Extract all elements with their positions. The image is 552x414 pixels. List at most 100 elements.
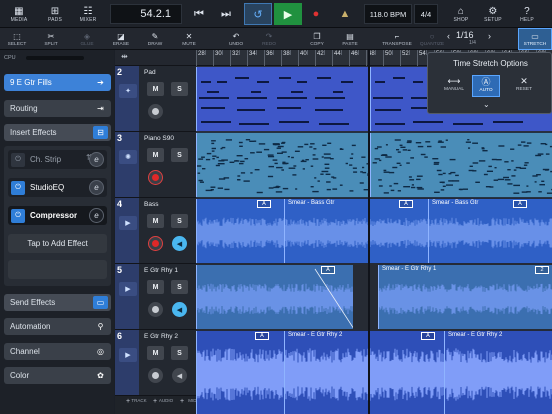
record-arm-button[interactable]	[148, 104, 163, 119]
monitor-speaker-icon[interactable]: ◀	[172, 368, 187, 383]
solo-button[interactable]: S	[171, 280, 188, 294]
position-display[interactable]: 54.2.1	[110, 4, 182, 24]
split-tool[interactable]: ✂ SPLIT	[40, 28, 62, 50]
setup-button[interactable]: ⚙ SETUP	[482, 0, 504, 28]
auto-option[interactable]: Ⓐ AUTO	[472, 75, 500, 97]
undo-button[interactable]: ↶ UNDO	[225, 28, 247, 50]
track-header-gtr2[interactable]: 6 E Gtr Rhy 2 ▶ M S ◀	[115, 330, 196, 396]
stretch-marker-icon[interactable]: A	[513, 200, 527, 208]
mute-tool[interactable]: ✕ MUTE	[178, 28, 200, 50]
record-arm-button[interactable]	[148, 170, 163, 185]
stretch-marker-icon[interactable]: A	[255, 332, 269, 340]
draw-tool[interactable]: ✎ DRAW	[144, 28, 166, 50]
channel-row[interactable]: Channel ◎	[4, 343, 111, 360]
stretch-marker-icon[interactable]: A	[399, 200, 413, 208]
monitor-speaker-icon[interactable]: ◀	[172, 302, 187, 317]
pads-button[interactable]: ⊞ PADS	[44, 0, 66, 28]
track-header-gtr1[interactable]: 5 E Gtr Rhy 1 ▶ M S ◀	[115, 264, 196, 330]
gtr1-clip[interactable]: Smear - E Gtr Rhy 1 2	[378, 265, 552, 329]
solo-button[interactable]: S	[171, 148, 188, 162]
loop-button[interactable]: ↺	[244, 3, 272, 25]
stretch-marker-icon[interactable]: A	[321, 266, 335, 274]
copy-button[interactable]: ❐ COPY	[306, 28, 328, 50]
bass-clip[interactable]: Smear - Bass Gtr A	[428, 199, 552, 263]
send-effects-row[interactable]: Send Effects ▭	[4, 294, 111, 311]
signature-display[interactable]: 4/4	[414, 4, 438, 24]
select-tool[interactable]: ⬚ SELECT	[6, 28, 28, 50]
media-button[interactable]: ▦ MEDIA	[8, 0, 30, 28]
edit-effect-icon[interactable]: e	[89, 180, 104, 195]
power-icon[interactable]: ⏻	[11, 152, 25, 167]
power-icon[interactable]: ⏻	[11, 180, 25, 195]
gtr2-clip[interactable]: Smear - E Gtr Rhy 2 A	[284, 331, 444, 414]
track-header-piano[interactable]: 3 Piano S90 ✺ M S	[115, 132, 196, 198]
mute-button[interactable]: M	[147, 280, 164, 294]
playhead-cursor[interactable]	[368, 50, 370, 414]
edit-effect-icon[interactable]: e	[89, 208, 104, 223]
quantize-value[interactable]: 1/16	[456, 30, 474, 40]
selected-track-name[interactable]: 9 E Gtr Fills ➔	[4, 74, 111, 91]
monitor-speaker-icon[interactable]: ◀	[172, 236, 187, 251]
shop-button[interactable]: ⌂ SHOP	[450, 0, 472, 28]
color-row[interactable]: Color ✿	[4, 367, 111, 384]
transpose-button[interactable]: ⌐ TRANSPOSE	[381, 28, 413, 50]
automation-row[interactable]: Automation ⚲	[4, 318, 111, 335]
reset-option[interactable]: ✕ RESET	[510, 75, 538, 97]
record-arm-button[interactable]	[148, 302, 163, 317]
add-effect-button[interactable]: Tap to Add Effect	[8, 234, 107, 253]
mute-button[interactable]: M	[147, 214, 164, 228]
piano-clip[interactable]	[370, 133, 552, 197]
edit-effect-icon[interactable]: e	[89, 152, 104, 167]
routing-row[interactable]: Routing ⇥	[4, 100, 111, 117]
track-header-bass[interactable]: 4 Bass ▶ M S ◀	[115, 198, 196, 264]
power-icon[interactable]: ⏻	[11, 208, 25, 223]
forward-button[interactable]: ⏭	[215, 3, 237, 25]
mute-button[interactable]: M	[147, 82, 164, 96]
effect-slot-1[interactable]: ⏻Ch. Strip⇅e	[8, 150, 107, 169]
erase-tool[interactable]: ◪ ERASE	[110, 28, 132, 50]
gtr2-clip[interactable]: Smear - E Gtr Rhy 2	[444, 331, 552, 414]
chevron-left-icon[interactable]: ‹	[447, 31, 450, 41]
track-arrow-icon[interactable]: ➔	[93, 76, 108, 89]
stretch-tool[interactable]: ▭ STRETCH	[518, 28, 552, 50]
chevron-right-icon[interactable]: ›	[488, 31, 491, 41]
record-arm-button[interactable]	[148, 236, 163, 251]
metronome-button[interactable]: ▲	[334, 3, 356, 25]
bass-clip[interactable]: Smear - Bass Gtr A	[284, 199, 428, 263]
fit-icon[interactable]: ⇹	[121, 52, 128, 61]
stretch-marker-icon[interactable]: 2	[535, 266, 549, 274]
insert-effects-row[interactable]: Insert Effects ⊟	[4, 124, 111, 141]
record-arm-button[interactable]	[148, 368, 163, 383]
solo-button[interactable]: S	[171, 82, 188, 96]
gtr2-clip[interactable]: A	[196, 331, 284, 414]
stretch-marker-icon[interactable]: A	[421, 332, 435, 340]
help-button[interactable]: ? HELP	[516, 0, 538, 28]
effect-slot-2[interactable]: ⏻ StudioEQ e	[8, 178, 107, 197]
track-header-pad[interactable]: 2 Pad ✦ M S	[115, 66, 196, 132]
tempo-display[interactable]: 118.0 BPM	[364, 4, 412, 24]
quantize-button[interactable]: ○ QUANTIZE	[418, 28, 446, 50]
effect-slot-3[interactable]: ⏻ Compressor e	[8, 206, 107, 225]
mute-button[interactable]: M	[147, 346, 164, 360]
solo-button[interactable]: S	[171, 214, 188, 228]
gtr1-clip[interactable]: A	[196, 265, 353, 329]
insert-effects-icon[interactable]: ⊟	[93, 126, 108, 139]
redo-button[interactable]: ↷ REDO	[258, 28, 280, 50]
empty-effect-slot[interactable]	[8, 260, 107, 279]
send-effects-icon[interactable]: ▭	[93, 296, 108, 309]
chevron-down-icon[interactable]: ⌄	[483, 100, 490, 109]
solo-button[interactable]: S	[171, 346, 188, 360]
arrangement-area[interactable]: A Smear - Bass Gtr A Smear - Bass Gtr A …	[196, 66, 552, 414]
glue-tool[interactable]: ◈ GLUE	[76, 28, 98, 50]
mixer-button[interactable]: ☷ MIXER	[77, 0, 99, 28]
bass-clip[interactable]: A	[196, 199, 284, 263]
record-button[interactable]: ●	[305, 3, 327, 25]
pad-clip[interactable]	[196, 67, 368, 131]
stretch-marker-icon[interactable]: A	[257, 200, 271, 208]
piano-clip[interactable]	[196, 133, 368, 197]
paste-button[interactable]: ▤ PASTE	[339, 28, 361, 50]
manual-option[interactable]: ⟷ MANUAL	[440, 75, 468, 97]
rewind-button[interactable]: ⏮	[188, 3, 210, 25]
play-button[interactable]: ▶	[274, 3, 302, 25]
mute-button[interactable]: M	[147, 148, 164, 162]
